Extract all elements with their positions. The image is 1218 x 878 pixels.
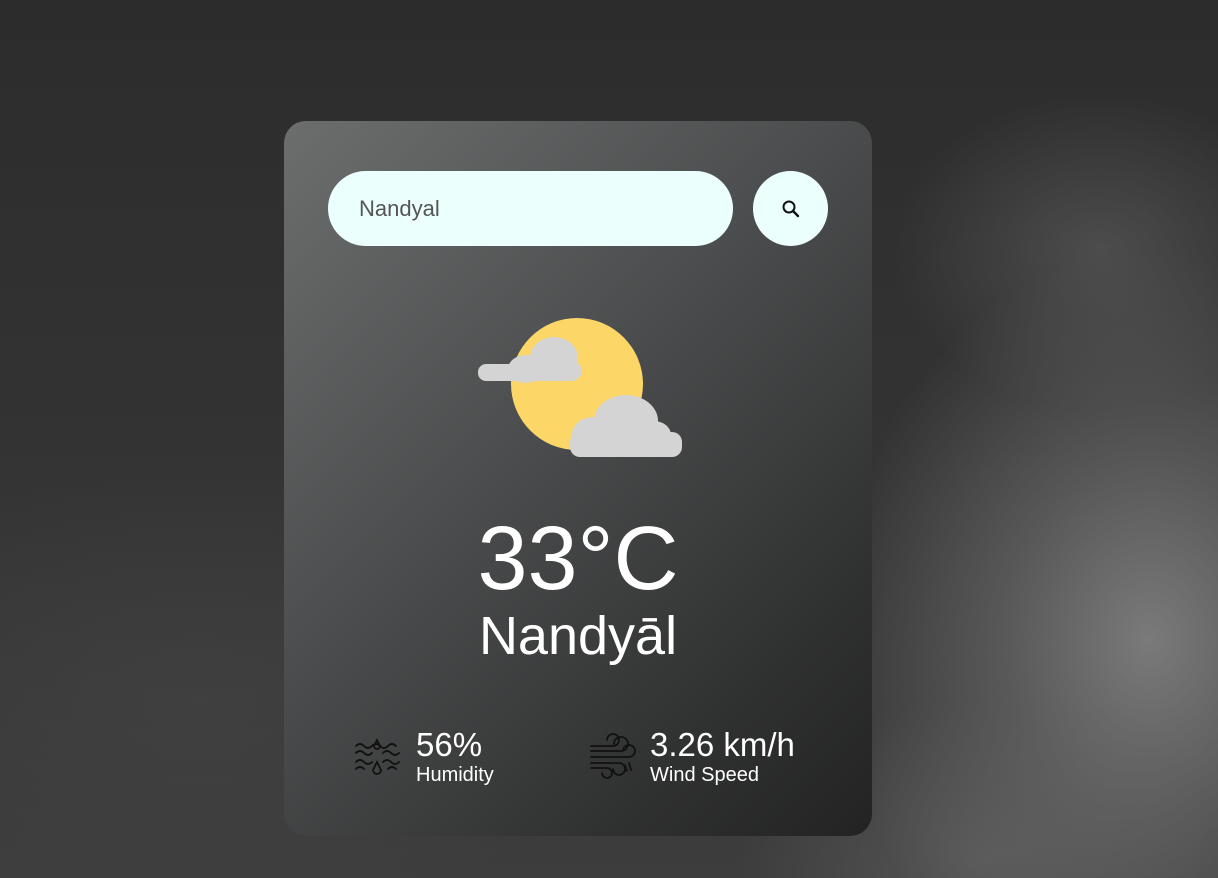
- humidity-label: Humidity: [416, 764, 494, 786]
- wind-detail: 3.26 km/h Wind Speed: [586, 727, 795, 787]
- search-icon: [782, 200, 799, 217]
- wind-label: Wind Speed: [650, 764, 759, 786]
- humidity-value: 56%: [416, 726, 483, 763]
- weather-card: 33°C Nandyāl 56% Humidity: [284, 121, 872, 836]
- partly-cloudy-day-icon: [478, 318, 682, 457]
- city-name: Nandyāl: [478, 606, 678, 666]
- humidity-icon: [352, 731, 404, 783]
- humidity-detail: 56% Humidity: [352, 727, 494, 787]
- wind-value: 3.26 km/h: [650, 726, 795, 763]
- wind-icon: [586, 731, 638, 783]
- search-bar: [328, 171, 828, 246]
- search-button[interactable]: [753, 171, 828, 246]
- search-input[interactable]: [328, 171, 733, 246]
- temperature: 33°C: [477, 509, 679, 609]
